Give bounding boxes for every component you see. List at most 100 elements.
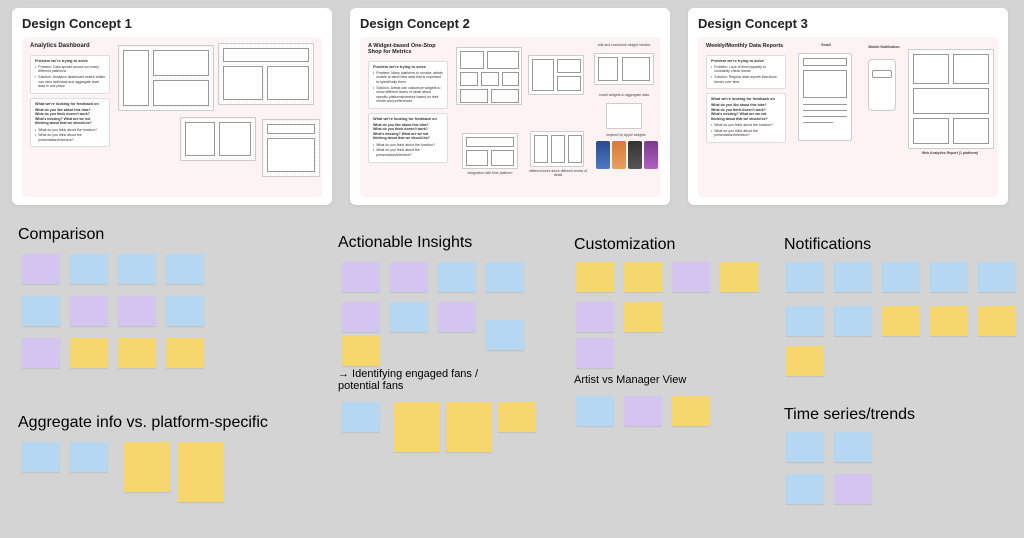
sticky-note[interactable] [70, 338, 108, 368]
concept-2-edit-widget [594, 53, 654, 85]
sticky-note[interactable] [446, 402, 492, 452]
concept-3-mobile-sketch [868, 59, 896, 111]
sticky-note[interactable] [930, 306, 968, 336]
sticky-note[interactable] [394, 402, 440, 452]
sticky-note[interactable] [178, 442, 224, 502]
sticky-note[interactable] [882, 262, 920, 292]
concept-2-detail-b [462, 133, 518, 169]
sticky-note[interactable] [576, 396, 614, 426]
concept-3-email-sketch [798, 53, 852, 141]
concept-1-sketch-b [218, 43, 314, 105]
sticky-note[interactable] [486, 262, 524, 292]
concept-3-body: Weekly/Monthly Data Reports Problem we'r… [698, 37, 998, 197]
sticky-note[interactable] [786, 432, 824, 462]
concept-2-problem-box: Problem we're trying to solve Problem: M… [368, 61, 448, 109]
concept-2-widget-board [456, 47, 522, 105]
sticky-note[interactable] [576, 262, 614, 292]
sticky-note[interactable] [166, 338, 204, 368]
concept-1-left-column: Analytics Dashboard Problem we're trying… [30, 43, 110, 187]
concept-2-title: Design Concept 2 [360, 16, 660, 31]
sticky-note[interactable] [576, 338, 614, 368]
concept-3-caption-mobile: Mobile Notification [864, 45, 904, 49]
concept-3-feedback-box: What we're looking for feedback on What … [706, 93, 786, 143]
sticky-note[interactable] [834, 474, 872, 504]
sticky-note[interactable] [978, 262, 1016, 292]
sticky-note[interactable] [624, 302, 662, 332]
sticky-note[interactable] [118, 338, 156, 368]
label-notifications: Notifications [784, 236, 871, 254]
sticky-note[interactable] [786, 474, 824, 504]
sticky-note[interactable] [70, 442, 108, 472]
concept-3-panel-title: Weekly/Monthly Data Reports [706, 43, 786, 49]
concept-1-panel-title: Analytics Dashboard [30, 43, 110, 49]
sticky-note[interactable] [166, 254, 204, 284]
sticky-note[interactable] [70, 296, 108, 326]
concept-1-title: Design Concept 1 [22, 16, 322, 31]
sticky-note[interactable] [22, 254, 60, 284]
label-actionable-sub: → Identifying engaged fans / potential f… [338, 368, 518, 392]
sticky-note[interactable] [498, 402, 536, 432]
sticky-note[interactable] [342, 402, 380, 432]
sticky-note[interactable] [342, 336, 380, 366]
sticky-note[interactable] [70, 254, 108, 284]
sticky-note[interactable] [834, 262, 872, 292]
concept-2-caption-top: edit and customize widget metrics [594, 43, 654, 47]
concept-2-apple-widgets [596, 141, 658, 169]
concept-2-detail-c [530, 131, 584, 167]
label-customization: Customization [574, 236, 675, 254]
concept-2-caption-inspo: inspired by Apple widgets [596, 133, 656, 137]
sticky-note[interactable] [978, 306, 1016, 336]
sticky-note[interactable] [834, 432, 872, 462]
sticky-note[interactable] [342, 302, 380, 332]
sticky-note[interactable] [390, 302, 428, 332]
concept-1-problem-box: Problem we're trying to solve Problem: D… [30, 55, 110, 94]
sticky-note[interactable] [22, 442, 60, 472]
sticky-note[interactable] [124, 442, 170, 492]
concept-card-2[interactable]: Design Concept 2 A Widget-based One-Stop… [350, 8, 670, 205]
concept-card-1[interactable]: Design Concept 1 Analytics Dashboard Pro… [12, 8, 332, 205]
sticky-note[interactable] [882, 306, 920, 336]
sticky-note[interactable] [672, 396, 710, 426]
sticky-note[interactable] [438, 262, 476, 292]
concept-2-caption-levels: different sizes show different levels of… [526, 169, 590, 177]
sticky-note[interactable] [720, 262, 758, 292]
concept-3-caption-email: Email [806, 43, 846, 47]
sticky-note[interactable] [118, 254, 156, 284]
concept-1-sketch-d [262, 119, 320, 177]
whiteboard-canvas[interactable]: Design Concept 1 Analytics Dashboard Pro… [0, 0, 1024, 538]
sticky-note[interactable] [930, 262, 968, 292]
concept-3-left-column: Weekly/Monthly Data Reports Problem we'r… [706, 43, 786, 187]
sticky-note[interactable] [390, 262, 428, 292]
concept-3-web-report [908, 49, 994, 149]
label-aggregate: Aggregate info vs. platform-specific [18, 414, 268, 432]
sticky-note[interactable] [342, 262, 380, 292]
sticky-note[interactable] [438, 302, 476, 332]
sticky-note[interactable] [576, 302, 614, 332]
sticky-note[interactable] [786, 346, 824, 376]
label-artist-manager: Artist vs Manager View [574, 374, 686, 386]
sticky-note[interactable] [786, 262, 824, 292]
sticky-note[interactable] [486, 320, 524, 350]
concept-3-caption-web: Web Analytics Report (1 platform) [902, 151, 998, 155]
concept-2-sketches: edit and customize widget metrics smart … [454, 43, 652, 187]
sticky-note[interactable] [22, 296, 60, 326]
concept-2-caption-mid: smart widgets to aggregate data [594, 93, 654, 97]
concept-2-feedback-box: What we're looking for feedback on What … [368, 113, 448, 163]
concept-1-sketch-c [180, 117, 256, 161]
concept-2-caption-int: integration with time platform [460, 171, 520, 175]
sticky-note[interactable] [166, 296, 204, 326]
concept-card-3[interactable]: Design Concept 3 Weekly/Monthly Data Rep… [688, 8, 1008, 205]
concept-2-smart-widget [606, 103, 642, 129]
sticky-note[interactable] [834, 306, 872, 336]
sticky-note[interactable] [624, 262, 662, 292]
sticky-note[interactable] [786, 306, 824, 336]
sticky-note[interactable] [118, 296, 156, 326]
label-timeseries: Time series/trends [784, 406, 915, 424]
label-actionable: Actionable Insights [338, 234, 472, 252]
sticky-note[interactable] [22, 338, 60, 368]
concept-1-sketches [116, 43, 314, 187]
sticky-note[interactable] [672, 262, 710, 292]
concept-1-body: Analytics Dashboard Problem we're trying… [22, 37, 322, 197]
concept-2-detail-a [528, 55, 584, 95]
sticky-note[interactable] [624, 396, 662, 426]
